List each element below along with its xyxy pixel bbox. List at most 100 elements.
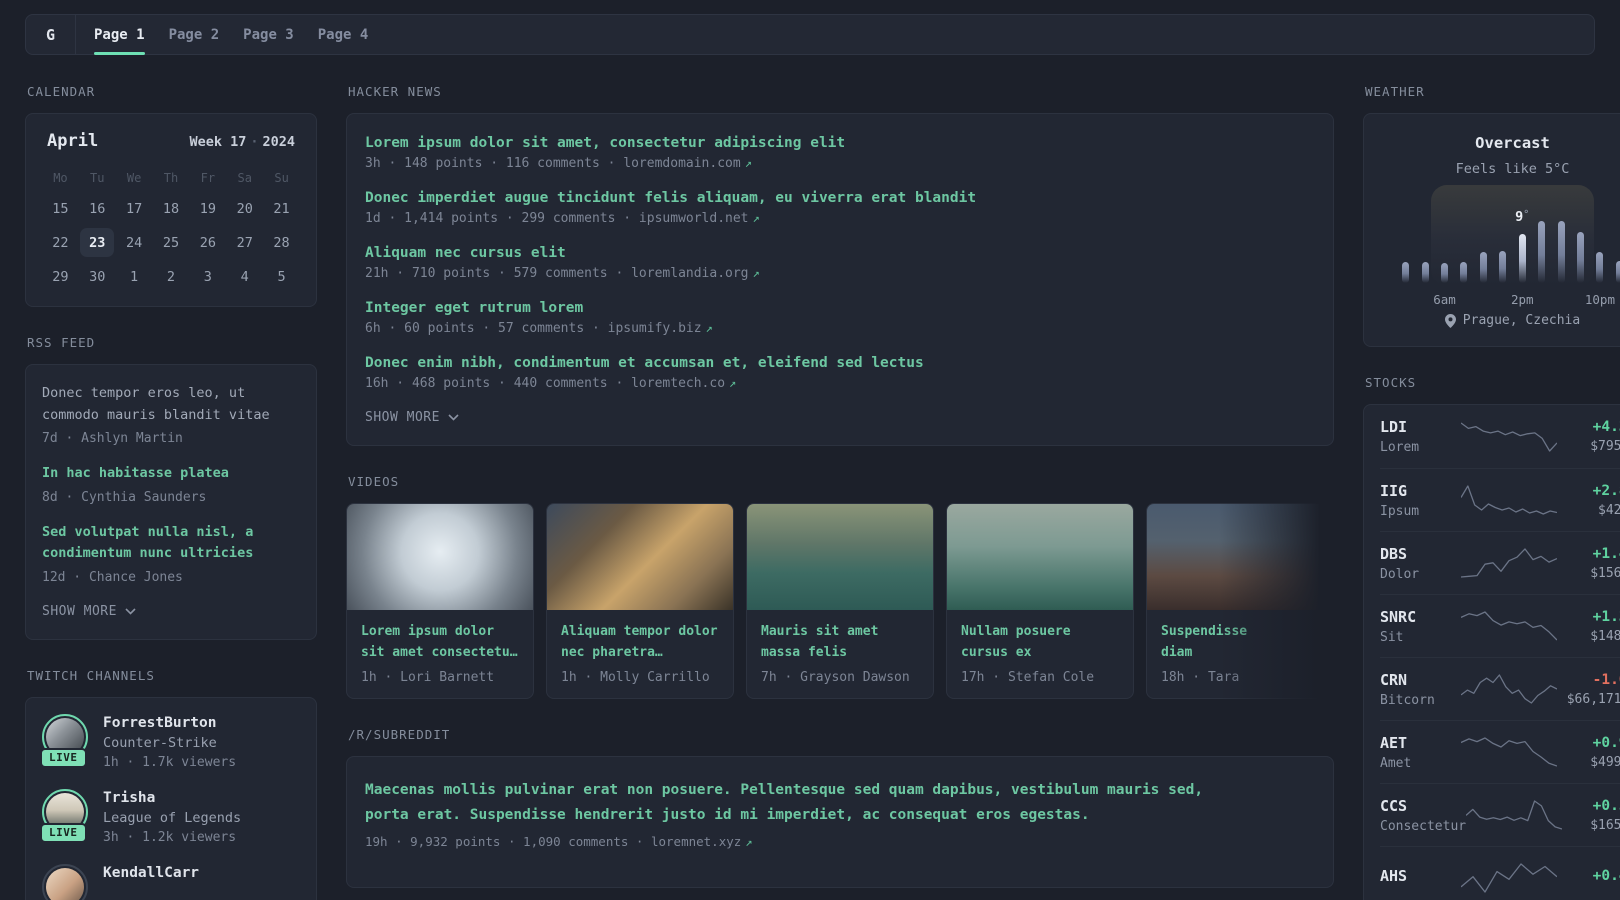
twitch-channel-row[interactable]: LIVE KendallCarr: [42, 863, 300, 900]
twitch-channel-row[interactable]: LIVE Trisha League of Legends 3h · 1.2k …: [40, 788, 300, 845]
dashboard-page: G Page 1 Page 2 Page 3 Page 4 CALENDAR A…: [0, 0, 1620, 900]
subreddit-post-title[interactable]: Maecenas mollis pulvinar erat non posuer…: [365, 778, 1315, 828]
video-title[interactable]: Nullam posuere cursus ex: [961, 621, 1119, 663]
video-card[interactable]: Suspendisse diam 18h · Tara: [1146, 503, 1334, 700]
rss-show-more-button[interactable]: SHOW MORE: [42, 604, 300, 619]
video-title[interactable]: Aliquam tempor dolor nec pharetra…: [561, 621, 719, 663]
page-tab[interactable]: Page 4: [318, 15, 369, 54]
stock-symbol: CRN: [1380, 670, 1408, 689]
weather-bar: [1615, 261, 1620, 283]
stock-row: LDI Lorem +4.35% $795.18: [1380, 405, 1620, 468]
hackernews-item-title[interactable]: Donec imperdiet augue tincidunt felis al…: [365, 190, 1315, 206]
hackernews-item-meta: 6h · 60 points · 57 comments · ipsumify.…: [365, 321, 713, 336]
stock-change: +2.84%: [1592, 482, 1620, 499]
calendar-day: 27: [236, 234, 253, 251]
weather-hour-label: 6am: [1433, 292, 1456, 307]
video-track: Lorem ipsum dolor sit amet consectetu… 1…: [346, 503, 1334, 700]
weather-section: WEATHER Overcast Feels like 5°C 6am 9° 2pm…: [1363, 84, 1620, 347]
twitch-widget: LIVE ForrestBurton Counter-Strike 1h · 1…: [25, 696, 317, 900]
stock-sparkline: [1460, 609, 1557, 643]
hackernews-item-title[interactable]: Integer eget rutrum lorem: [365, 300, 1315, 316]
video-card-body: Lorem ipsum dolor sit amet consectetu… 1…: [347, 610, 533, 698]
subreddit-section-label: /R/SUBREDDIT: [348, 727, 451, 743]
right-column: WEATHER Overcast Feels like 5°C 6am 9° 2pm…: [1363, 84, 1620, 900]
hackernews-item: Lorem ipsum dolor sit amet, consectetur …: [365, 135, 1315, 171]
video-card[interactable]: Aliquam tempor dolor nec pharetra… 1h · …: [546, 503, 734, 700]
hackernews-item-title[interactable]: Aliquam nec cursus elit: [365, 245, 1315, 261]
external-link-icon[interactable]: ↗: [745, 835, 752, 849]
stock-identity: AHS: [1380, 867, 1461, 889]
hackernews-item: Aliquam nec cursus elit 21h · 710 points…: [365, 245, 1315, 281]
video-card-body: Aliquam tempor dolor nec pharetra… 1h · …: [547, 610, 733, 698]
stock-values: +0.92% $499.72: [1557, 735, 1620, 770]
subreddit-post-meta: 19h · 9,932 points · 1,090 comments · lo…: [365, 833, 753, 849]
external-link-icon[interactable]: ↗: [753, 266, 760, 280]
video-meta: 1h · Lori Barnett: [361, 670, 495, 686]
rss-item-title[interactable]: Sed volutpat nulla nisl, a condimentum n…: [42, 522, 300, 565]
page-tab[interactable]: Page 3: [243, 15, 294, 54]
twitch-channel-meta: 1h · 1.7k viewers: [103, 754, 237, 770]
page-tab[interactable]: Page 1: [94, 15, 145, 55]
stock-identity: AET Amet: [1380, 734, 1461, 771]
external-link-icon[interactable]: ↗: [729, 376, 736, 390]
twitch-channel-info: Trisha League of Legends 3h · 1.2k viewe…: [103, 789, 241, 845]
weather-bar: [1518, 234, 1526, 283]
video-meta: 1h · Molly Carrillo: [561, 670, 710, 686]
video-title[interactable]: Lorem ipsum dolor sit amet consectetu…: [361, 621, 519, 663]
rss-section: RSS FEED Donec tempor eros leo, ut commo…: [25, 335, 317, 640]
hackernews-show-more-button[interactable]: SHOW MORE: [365, 410, 1315, 425]
weather-bar-cell: 6am: [1433, 211, 1456, 307]
app-logo: G: [26, 15, 76, 54]
video-title[interactable]: Suspendisse diam: [1161, 621, 1319, 663]
calendar-day: 23: [79, 227, 116, 258]
stocks-list: LDI Lorem +4.35% $795.18: [1380, 405, 1620, 900]
twitch-channel-name[interactable]: KendallCarr: [103, 865, 199, 881]
stock-name: Lorem: [1380, 440, 1420, 455]
external-link-icon[interactable]: ↗: [753, 211, 760, 225]
calendar-section-label: CALENDAR: [27, 84, 96, 99]
rss-widget: Donec tempor eros leo, ut commodo mauris…: [25, 364, 317, 640]
weather-bar-cell: 9° 2pm: [1511, 209, 1534, 307]
twitch-channel-row[interactable]: LIVE ForrestBurton Counter-Strike 1h · 1…: [40, 713, 300, 770]
subreddit-section: /R/SUBREDDIT Maecenas mollis pulvinar er…: [346, 727, 1334, 889]
weather-bar: [1402, 262, 1410, 283]
live-badge: LIVE: [40, 747, 87, 768]
twitch-section-label: TWITCH CHANNELS: [27, 667, 155, 683]
video-title[interactable]: Mauris sit amet massa felis: [761, 621, 919, 663]
calendar-day: 15: [52, 200, 69, 217]
stock-name: Dolor: [1380, 566, 1420, 582]
stock-sparkline: [1460, 672, 1557, 706]
stock-symbol: SNRC: [1380, 607, 1417, 626]
calendar-day: 18: [162, 200, 180, 217]
weather-condition: Overcast: [1475, 134, 1550, 152]
hackernews-item-title[interactable]: Donec enim nibh, condimentum et accumsan…: [365, 355, 1315, 371]
rss-item-title[interactable]: Donec tempor eros leo, ut commodo mauris…: [42, 383, 300, 426]
calendar-day: 19: [199, 200, 216, 217]
left-column: CALENDAR April Week 17 · 2024 Mo Tu We T…: [25, 84, 317, 900]
video-card[interactable]: Mauris sit amet massa felis 7h · Grayson…: [746, 503, 934, 700]
weather-bar: [1460, 262, 1468, 283]
rss-item-title[interactable]: In hac habitasse platea: [42, 463, 300, 485]
stock-symbol: IIG: [1380, 481, 1408, 500]
external-link-icon[interactable]: ↗: [706, 321, 713, 335]
twitch-channel-name[interactable]: ForrestBurton: [103, 715, 236, 731]
stock-change: +1.36%: [1592, 608, 1620, 625]
stock-symbol: AHS: [1380, 867, 1408, 885]
twitch-channel-name[interactable]: Trisha: [103, 790, 241, 806]
video-card[interactable]: Lorem ipsum dolor sit amet consectetu… 1…: [346, 503, 534, 700]
weather-bar-cell: 10pm: [1585, 211, 1615, 307]
video-card[interactable]: Nullam posuere cursus ex 17h · Stefan Co…: [946, 503, 1134, 700]
hackernews-item-title[interactable]: Lorem ipsum dolor sit amet, consectetur …: [365, 135, 1315, 151]
twitch-section: TWITCH CHANNELS LIVE ForrestBurton Count…: [25, 668, 317, 900]
current-temp-label: 9°: [1515, 209, 1530, 225]
external-link-icon[interactable]: ↗: [745, 156, 752, 170]
weather-bar-cell: [1454, 211, 1473, 283]
page-tab[interactable]: Page 2: [169, 15, 220, 54]
calendar-week-label: Week 17: [189, 134, 247, 150]
calendar-weekday: Sa: [237, 171, 252, 185]
stock-identity: CCS Consectetur: [1380, 797, 1466, 834]
calendar-weekday: Fr: [200, 171, 216, 185]
stock-sparkline: [1460, 861, 1557, 895]
stock-values: +1.42% $156.28: [1557, 546, 1620, 581]
stock-values: +4.35% $795.18: [1557, 419, 1620, 454]
